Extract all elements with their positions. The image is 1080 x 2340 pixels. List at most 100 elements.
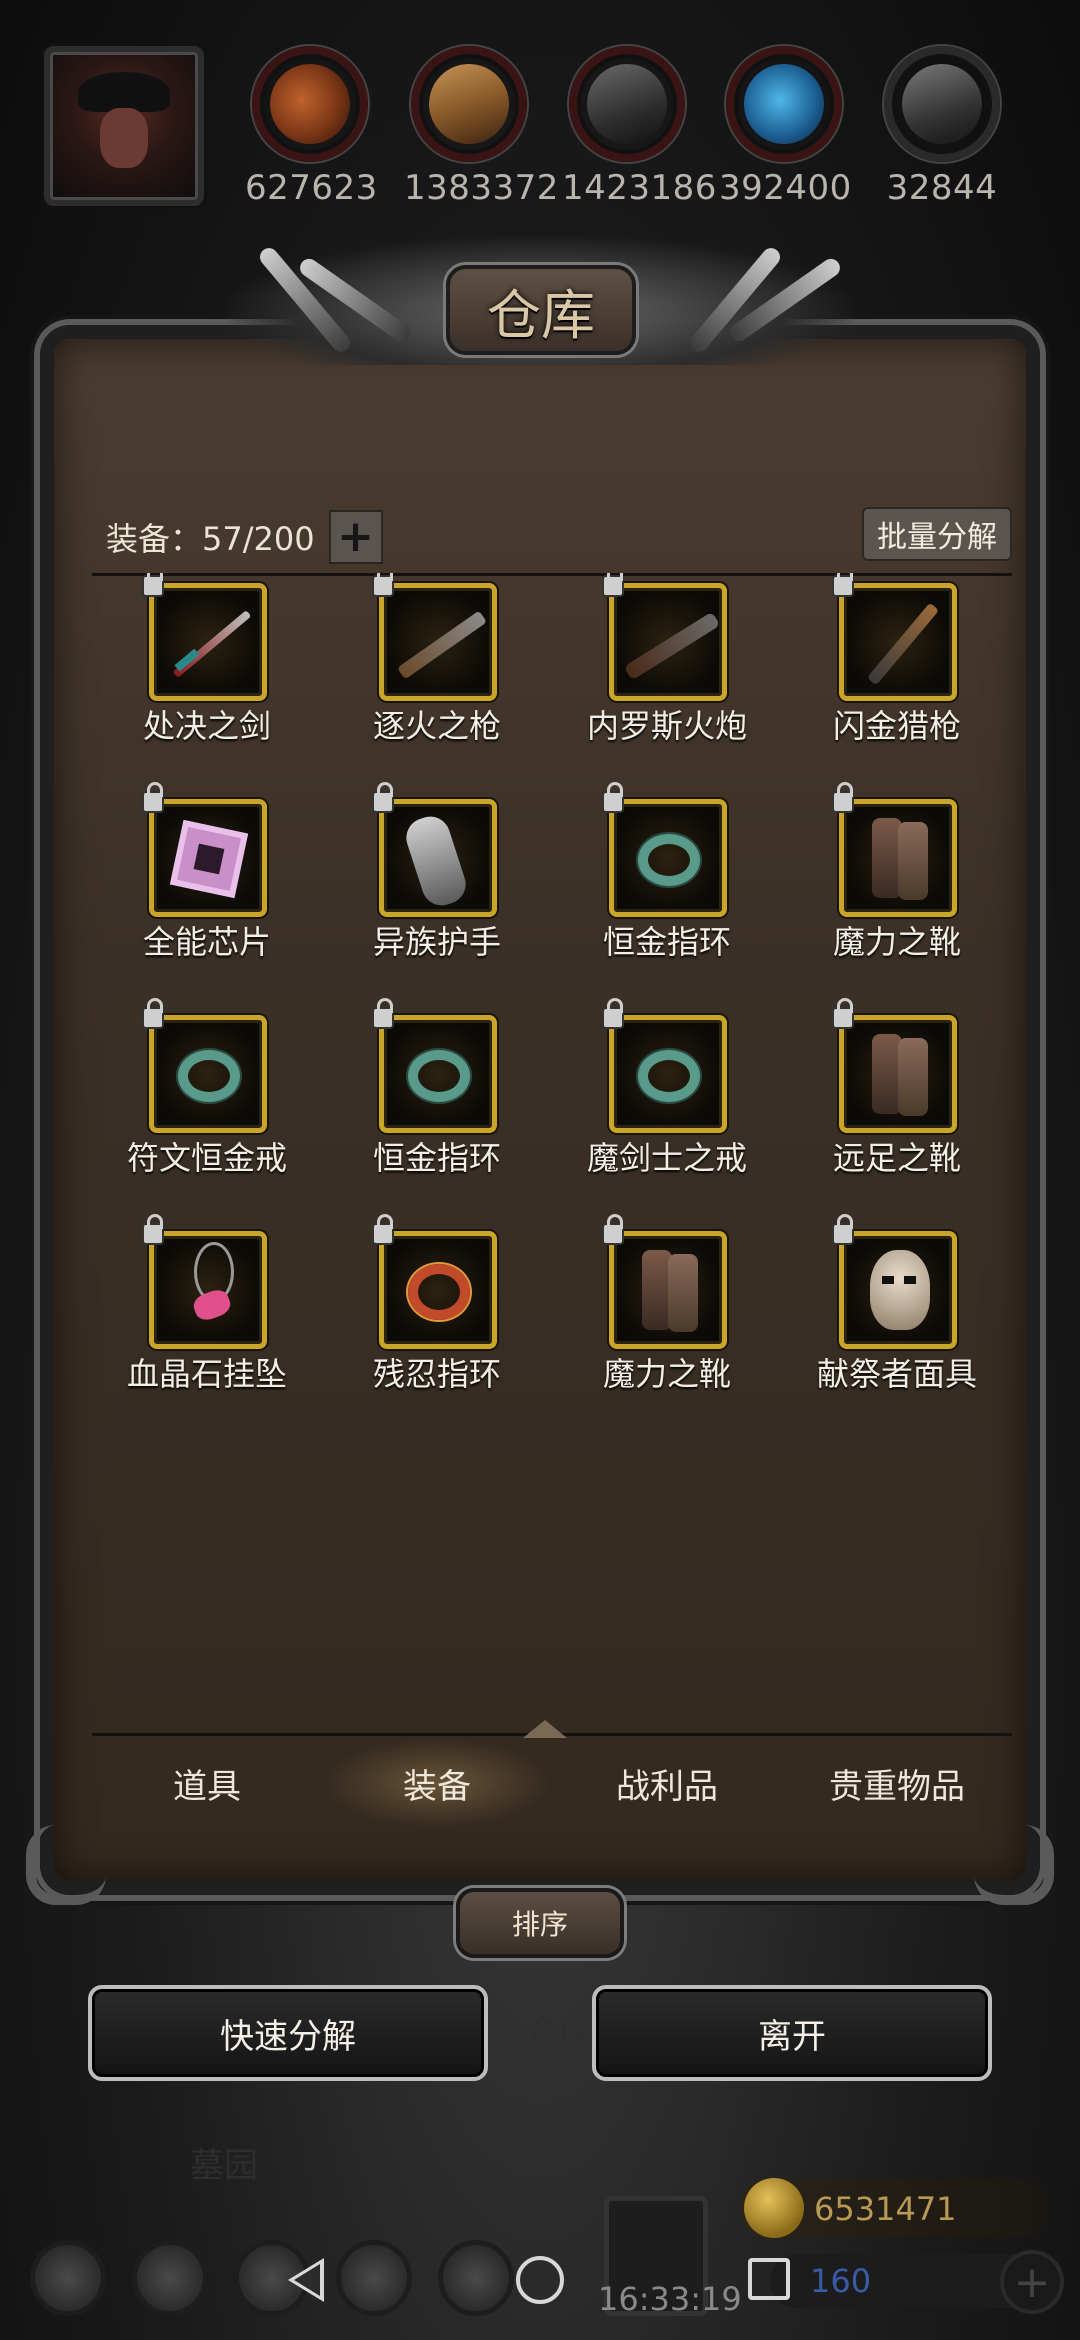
sort-button[interactable]: 排序 [456,1888,624,1958]
nav-recent-apps-icon[interactable] [748,2258,790,2300]
category-tabs: 道具 装备 战利品 贵重物品 [92,1720,1012,1828]
add-gems-button[interactable]: + [1000,2250,1064,2314]
capacity-label: 装备：57/200 [106,520,315,558]
gold-value: 6531471 [814,2190,957,2228]
bg-warehouse-label: 仓库 [525,2013,593,2053]
tab-items[interactable]: 道具 [92,1738,322,1828]
item-name: 符文恒金戒 [126,1139,287,1177]
item-slot[interactable]: 血晶石挂坠 [92,1214,322,1393]
lock-icon [832,1214,854,1245]
panel-title-plate: 仓库 [446,265,636,355]
item-slot[interactable]: 恒金指环 [322,998,552,1231]
item-slot[interactable]: 符文恒金戒 [92,998,322,1231]
ring-icon [379,1015,497,1133]
resource-value: 1423186 [562,168,717,208]
item-name: 处决之剑 [142,707,271,745]
compass-icon[interactable] [132,2240,208,2316]
item-name: 魔力之靴 [602,1355,731,1393]
bg-cemetery-label: 墓园 [190,2146,258,2186]
item-name: 全能芯片 [142,923,271,961]
item-slot[interactable]: 魔力之靴 [552,1214,782,1393]
item-name: 异族护手 [372,923,501,961]
avatar-face [100,108,148,168]
resource-bar: 627623 1383372 1423186 392400 32844 [0,0,1080,220]
lock-icon [832,782,854,813]
boots-icon [839,1015,957,1133]
item-slot[interactable]: 残忍指环 [322,1214,552,1393]
player-avatar[interactable] [44,46,204,206]
guild-icon[interactable] [438,2240,514,2316]
mask-icon [839,1231,957,1349]
item-slot[interactable]: 处决之剑 [92,573,322,799]
item-name: 恒金指环 [372,1139,501,1177]
mail-icon[interactable] [336,2240,412,2316]
item-name: 恒金指环 [602,923,731,961]
lock-icon [142,782,164,813]
red-ring-icon [379,1231,497,1349]
resource-steel[interactable]: 32844 [877,46,1007,208]
item-name: 血晶石挂坠 [126,1355,287,1393]
gem-value: 160 [810,2262,872,2300]
frame-corner [26,1825,106,1905]
item-slot[interactable]: 逐火之枪 [322,573,552,799]
pendant-icon [149,1231,267,1349]
gauntlet-icon [379,799,497,917]
nav-home-icon[interactable] [516,2256,564,2304]
panel-title: 仓库 [487,283,595,347]
ring-icon [609,1015,727,1133]
avatar-hat [78,72,170,112]
lock-icon [142,1214,164,1245]
item-name: 内罗斯火炮 [586,707,747,745]
chip-icon [149,799,267,917]
lock-icon [372,998,394,1029]
quick-decompose-button[interactable]: 快速分解 [88,1985,488,2081]
tab-equipment[interactable]: 装备 [322,1738,552,1828]
item-name: 魔力之靴 [832,923,961,961]
item-grid[interactable]: 处决之剑 逐火之枪 内罗斯火炮 闪金猎枪 全能芯片 异族护手 恒金指环 魔力之靴 符文恒金戒 恒金… [92,573,1012,1393]
meat-icon [252,46,368,162]
item-name: 献祭者面具 [816,1355,977,1393]
gold-coin-icon [744,2178,804,2238]
resource-crystal[interactable]: 392400 [719,46,852,208]
scroll-up-caret[interactable] [523,1720,567,1738]
tab-valuables[interactable]: 贵重物品 [782,1738,1012,1828]
settings-icon[interactable] [30,2240,106,2316]
wood-icon [411,46,527,162]
resource-value: 1383372 [404,168,559,208]
capacity-row: 装备：57/200 + [106,507,383,567]
resource-iron[interactable]: 1423186 [562,46,717,208]
item-slot[interactable]: 魔剑士之戒 [552,998,782,1231]
lock-icon [602,998,624,1029]
lock-icon [372,782,394,813]
item-slot[interactable]: 魔力之靴 [782,782,1012,1015]
frame-corner [974,1825,1054,1905]
boots-icon [609,1231,727,1349]
resource-value: 32844 [886,168,998,208]
nav-back-icon[interactable] [288,2258,324,2302]
item-name: 逐火之枪 [372,707,501,745]
leave-button[interactable]: 离开 [592,1985,992,2081]
item-name: 残忍指环 [372,1355,501,1393]
resource-value: 392400 [719,168,852,208]
game-clock: 16:33:19 [598,2280,742,2318]
bulk-decompose-button[interactable]: 批量分解 [862,507,1012,561]
item-slot[interactable]: 异族护手 [322,782,552,1015]
resource-meat[interactable]: 627623 [245,46,378,208]
item-slot[interactable]: 恒金指环 [552,782,782,1015]
ring-icon [149,1015,267,1133]
boots-icon [839,799,957,917]
ring-icon [609,799,727,917]
lock-icon [832,998,854,1029]
item-slot[interactable]: 献祭者面具 [782,1214,1012,1393]
resource-value: 627623 [245,168,378,208]
expand-capacity-button[interactable]: + [328,510,383,564]
item-slot[interactable]: 全能芯片 [92,782,322,1015]
tab-loot[interactable]: 战利品 [552,1738,782,1828]
item-slot[interactable]: 闪金猎枪 [782,573,1012,799]
resource-wood[interactable]: 1383372 [404,46,559,208]
steel-icon [884,46,1000,162]
lock-icon [372,1214,394,1245]
item-slot[interactable]: 远足之靴 [782,998,1012,1231]
hunting-gun-icon [839,583,957,701]
item-slot[interactable]: 内罗斯火炮 [552,573,782,799]
